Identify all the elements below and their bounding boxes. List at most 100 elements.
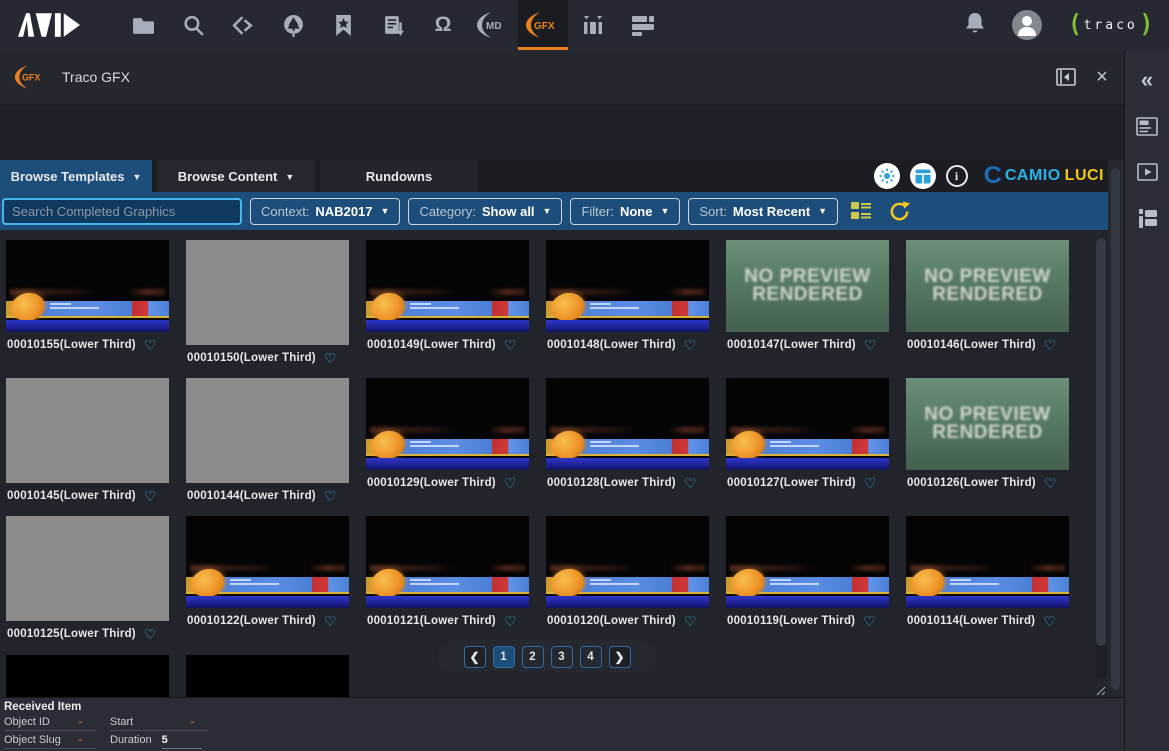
notes-panel-icon[interactable] (1135, 114, 1159, 138)
favorite-heart-icon[interactable]: ♡ (1043, 614, 1056, 628)
template-thumbnail[interactable] (6, 655, 169, 697)
md-icon[interactable]: MD (468, 0, 518, 50)
template-thumbnail[interactable] (366, 516, 529, 608)
favorite-heart-icon[interactable]: ♡ (324, 351, 337, 365)
template-tile[interactable]: 00010149(Lower Third)♡ (366, 240, 529, 352)
template-thumbnail[interactable] (186, 378, 349, 483)
template-thumbnail[interactable] (6, 240, 169, 332)
template-tile[interactable]: 00010125(Lower Third)♡ (6, 516, 169, 641)
template-tile[interactable]: 00010122(Lower Third)♡ (186, 516, 349, 628)
notifications-bell-icon[interactable] (964, 11, 986, 40)
search-icon[interactable] (168, 0, 218, 50)
page-button-2[interactable]: 2 (522, 646, 544, 668)
close-panel-icon[interactable]: × (1092, 67, 1112, 87)
page-button-1[interactable]: 1 (493, 646, 515, 668)
template-thumbnail[interactable] (726, 378, 889, 470)
favorite-heart-icon[interactable]: ♡ (684, 338, 697, 352)
filter-dropdown[interactable]: Filter: None ▼ (570, 198, 680, 225)
template-tile[interactable]: 00010114(Lower Third)♡ (906, 516, 1069, 628)
dock-panel-icon[interactable] (1056, 67, 1076, 87)
refresh-icon[interactable] (888, 200, 911, 223)
favorite-heart-icon[interactable]: ♡ (324, 489, 337, 503)
bookmark-icon[interactable] (318, 0, 368, 50)
list-export-icon[interactable] (368, 0, 418, 50)
duration-value[interactable]: 5 (162, 734, 202, 749)
object-id-field[interactable]: Object ID - (4, 716, 96, 731)
template-thumbnail[interactable] (186, 516, 349, 608)
template-tile[interactable]: 00010127(Lower Third)♡ (726, 378, 889, 490)
template-thumbnail[interactable] (186, 655, 349, 697)
template-tile[interactable]: NO PREVIEW RENDERED00010146(Lower Third)… (906, 240, 1069, 352)
layout-window-icon[interactable] (910, 163, 936, 189)
favorite-heart-icon[interactable]: ♡ (684, 614, 697, 628)
tree-icon[interactable] (268, 0, 318, 50)
template-thumbnail[interactable] (906, 516, 1069, 608)
template-thumbnail[interactable] (546, 240, 709, 332)
panel-scrollbar-track[interactable] (1108, 160, 1124, 697)
gfx-icon[interactable]: GFX (518, 0, 568, 50)
context-dropdown[interactable]: Context: NAB2017 ▼ (250, 198, 400, 225)
template-tile[interactable]: NO PREVIEW RENDERED00010126(Lower Third)… (906, 378, 1069, 490)
tab-browse-templates[interactable]: Browse Templates ▼ (0, 160, 152, 192)
template-thumbnail[interactable]: NO PREVIEW RENDERED (906, 378, 1069, 470)
start-field[interactable]: Start - (110, 716, 208, 731)
object-slug-field[interactable]: Object Slug - (4, 734, 96, 749)
info-icon[interactable]: i (946, 165, 968, 187)
template-tile[interactable]: 00010144(Lower Third)♡ (186, 378, 349, 503)
template-thumbnail[interactable]: NO PREVIEW RENDERED (726, 240, 889, 332)
template-tile[interactable]: 00010120(Lower Third)♡ (546, 516, 709, 628)
storage-icon[interactable] (618, 0, 668, 50)
template-tile[interactable]: 00010148(Lower Third)♡ (546, 240, 709, 352)
previous-page-button[interactable]: ❮ (464, 646, 486, 668)
omega-icon[interactable]: Ω (418, 0, 468, 50)
favorite-heart-icon[interactable]: ♡ (144, 489, 157, 503)
sort-dropdown[interactable]: Sort: Most Recent ▼ (688, 198, 838, 225)
user-avatar[interactable] (1012, 10, 1042, 40)
content-scrollbar-track[interactable] (1096, 238, 1106, 679)
template-thumbnail[interactable] (726, 516, 889, 608)
content-scrollbar-thumb[interactable] (1096, 238, 1106, 646)
theme-sun-icon[interactable] (874, 163, 900, 189)
favorite-heart-icon[interactable]: ♡ (504, 476, 517, 490)
markers-icon[interactable] (568, 0, 618, 50)
favorite-heart-icon[interactable]: ♡ (1044, 476, 1057, 490)
next-page-button[interactable]: ❯ (609, 646, 631, 668)
favorite-heart-icon[interactable]: ♡ (504, 338, 517, 352)
page-button-3[interactable]: 3 (551, 646, 573, 668)
template-tile[interactable]: 00010121(Lower Third)♡ (366, 516, 529, 628)
template-tile[interactable]: 00010128(Lower Third)♡ (546, 378, 709, 490)
panel-scrollbar-thumb[interactable] (1111, 168, 1120, 689)
template-tile[interactable]: 00010119(Lower Third)♡ (726, 516, 889, 628)
template-thumbnail[interactable] (366, 240, 529, 332)
template-tile[interactable]: 00010145(Lower Third)♡ (6, 378, 169, 503)
list-view-toggle-icon[interactable] (850, 201, 872, 221)
template-thumbnail[interactable] (546, 516, 709, 608)
favorite-heart-icon[interactable]: ♡ (144, 338, 157, 352)
media-player-panel-icon[interactable] (1135, 160, 1159, 184)
template-tile[interactable]: 00010129(Lower Third)♡ (366, 378, 529, 490)
favorite-heart-icon[interactable]: ♡ (144, 627, 157, 641)
favorite-heart-icon[interactable]: ♡ (504, 614, 517, 628)
favorite-heart-icon[interactable]: ♡ (1044, 338, 1057, 352)
page-button-4[interactable]: 4 (580, 646, 602, 668)
category-dropdown[interactable]: Category: Show all ▼ (408, 198, 562, 225)
template-tile[interactable]: 00010150(Lower Third)♡ (186, 240, 349, 365)
favorite-heart-icon[interactable]: ♡ (863, 614, 876, 628)
media-link-icon[interactable] (218, 0, 268, 50)
template-thumbnail[interactable] (186, 240, 349, 345)
template-thumbnail[interactable]: NO PREVIEW RENDERED (906, 240, 1069, 332)
template-thumbnail[interactable] (6, 516, 169, 621)
template-thumbnail[interactable] (366, 378, 529, 470)
favorite-heart-icon[interactable]: ♡ (324, 614, 337, 628)
template-tile[interactable]: 00010155(Lower Third)♡ (6, 240, 169, 352)
favorite-heart-icon[interactable]: ♡ (684, 476, 697, 490)
tab-browse-content[interactable]: Browse Content ▼ (157, 160, 315, 192)
search-input[interactable] (2, 198, 242, 225)
template-tile[interactable]: NO PREVIEW RENDERED00010147(Lower Third)… (726, 240, 889, 352)
favorite-heart-icon[interactable]: ♡ (864, 338, 877, 352)
template-thumbnail[interactable] (6, 378, 169, 483)
layout-panels-icon[interactable] (1135, 206, 1159, 230)
template-thumbnail[interactable] (546, 378, 709, 470)
resize-handle[interactable] (1094, 683, 1106, 695)
tab-rundowns[interactable]: Rundowns (320, 160, 478, 192)
